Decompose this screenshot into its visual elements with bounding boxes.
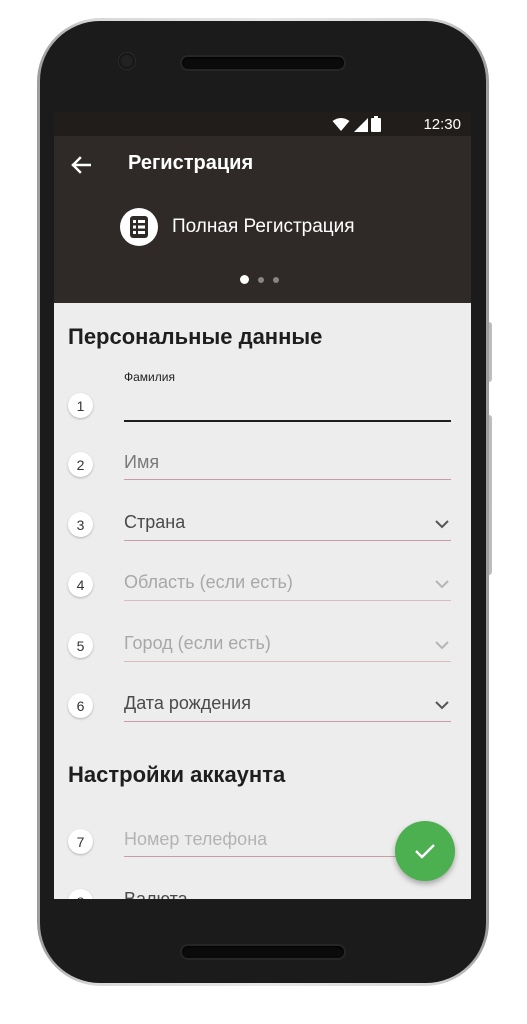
front-camera bbox=[119, 53, 135, 69]
chevron-down-icon[interactable] bbox=[434, 640, 450, 650]
field-number: 4 bbox=[68, 572, 93, 597]
field-first-name[interactable]: 2 Имя bbox=[54, 445, 471, 505]
list-icon bbox=[130, 216, 148, 238]
wifi-icon bbox=[332, 117, 350, 131]
field-birth-date[interactable]: 6 Дата рождения bbox=[54, 686, 471, 746]
field-city[interactable]: 5 Город (если есть) bbox=[54, 626, 471, 686]
page-dot-2[interactable] bbox=[258, 276, 264, 283]
section-title-account: Настройки аккаунта bbox=[68, 762, 286, 787]
field-underline bbox=[124, 600, 451, 601]
field-currency[interactable]: 8 Валюта bbox=[54, 882, 471, 899]
back-button[interactable] bbox=[66, 150, 96, 180]
page-title: Регистрация bbox=[128, 152, 254, 174]
field-region[interactable]: 4 Область (если есть) bbox=[54, 565, 471, 625]
field-number: 1 bbox=[68, 393, 93, 418]
field-underline bbox=[124, 420, 451, 422]
field-underline bbox=[124, 721, 451, 722]
app-bar: Регистрация Полная Регистрация bbox=[54, 136, 471, 303]
chevron-down-icon[interactable] bbox=[434, 519, 450, 529]
field-number: 3 bbox=[68, 512, 93, 537]
form-content: Персональные данные 1 Фамилия 2 Имя 3 Ст… bbox=[54, 303, 471, 899]
arrow-left-icon bbox=[71, 156, 91, 174]
birth-date-placeholder: Дата рождения bbox=[124, 693, 251, 713]
check-icon bbox=[415, 844, 435, 859]
currency-placeholder: Валюта bbox=[124, 889, 188, 899]
field-underline bbox=[124, 479, 451, 480]
page-dot-1[interactable] bbox=[240, 275, 249, 284]
status-bar: 12:30 bbox=[54, 112, 471, 136]
step-icon-badge bbox=[120, 208, 158, 246]
submit-button[interactable] bbox=[395, 821, 455, 881]
step-header: Полная Регистрация bbox=[120, 208, 355, 246]
field-country[interactable]: 3 Страна bbox=[54, 505, 471, 565]
chevron-down-icon[interactable] bbox=[434, 579, 450, 589]
field-number: 8 bbox=[68, 889, 93, 899]
chevron-down-icon[interactable] bbox=[434, 700, 450, 710]
field-number: 7 bbox=[68, 829, 93, 854]
region-placeholder: Область (если есть) bbox=[124, 572, 293, 592]
step-title: Полная Регистрация bbox=[172, 216, 355, 237]
section-title-personal: Персональные данные bbox=[68, 324, 323, 349]
field-surname[interactable]: 1 Фамилия bbox=[54, 365, 471, 425]
field-underline bbox=[124, 661, 451, 662]
screen: 12:30 Регистрация Полная Регистрация Пер… bbox=[54, 112, 471, 899]
country-placeholder: Страна bbox=[124, 512, 186, 532]
page-indicator bbox=[240, 275, 279, 284]
field-number: 6 bbox=[68, 693, 93, 718]
city-placeholder: Город (если есть) bbox=[124, 633, 271, 653]
first-name-placeholder: Имя bbox=[124, 452, 160, 472]
field-number: 2 bbox=[68, 452, 93, 477]
field-underline bbox=[124, 540, 451, 541]
field-label: Фамилия bbox=[124, 370, 175, 384]
phone-placeholder: Номер телефона bbox=[124, 829, 268, 849]
bottom-speaker bbox=[182, 946, 344, 958]
status-time: 12:30 bbox=[423, 116, 461, 133]
top-speaker bbox=[182, 57, 344, 69]
field-number: 5 bbox=[68, 633, 93, 658]
signal-icon bbox=[354, 117, 368, 132]
battery-icon bbox=[371, 116, 381, 132]
page-dot-3[interactable] bbox=[273, 276, 279, 283]
